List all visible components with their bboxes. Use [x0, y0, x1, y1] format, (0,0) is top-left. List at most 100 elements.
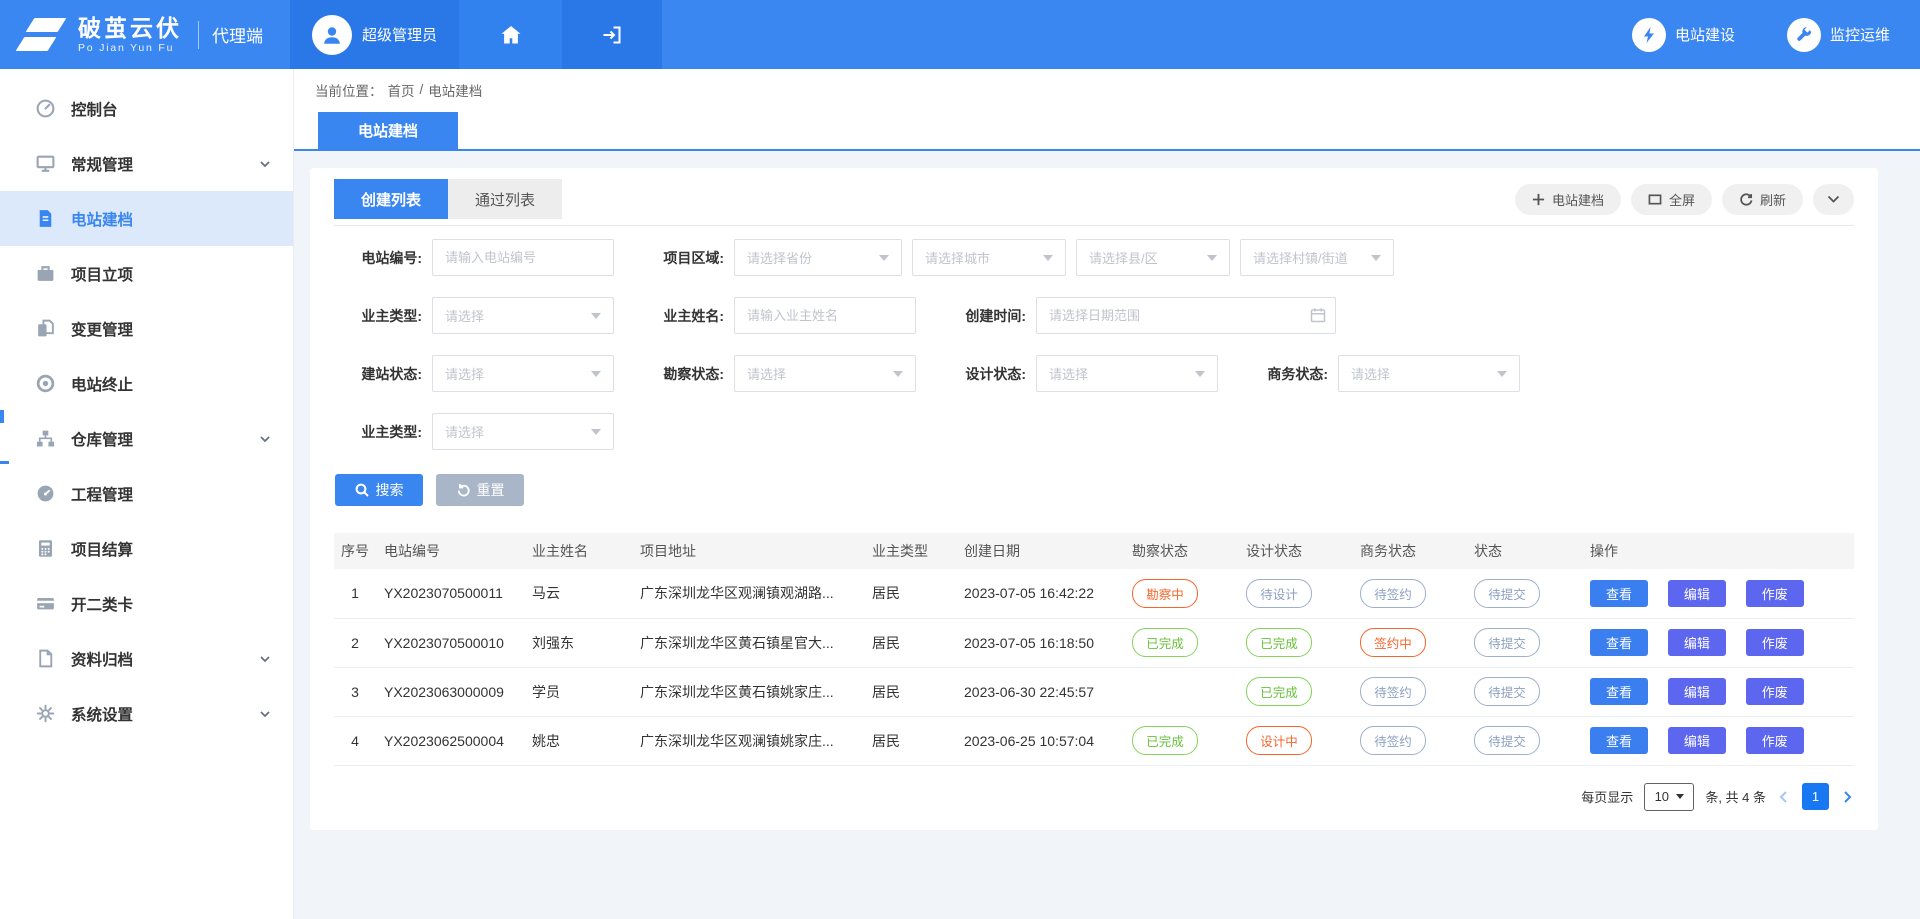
sidebar-item-data-archive[interactable]: 资料归档	[0, 631, 293, 686]
date-range-input[interactable]	[1036, 297, 1336, 334]
sidebar-item-card[interactable]: 开二类卡	[0, 576, 293, 631]
nav-monitor-ops[interactable]: 监控运维	[1787, 18, 1890, 52]
reset-button[interactable]: 重置	[436, 474, 524, 506]
breadcrumb-separator: /	[420, 82, 424, 97]
per-page-select[interactable]: 10	[1644, 783, 1694, 811]
tab-create-list[interactable]: 创建列表	[334, 179, 448, 219]
cell-code: YX2023062500004	[376, 716, 524, 765]
fullscreen-button[interactable]: 全屏	[1631, 184, 1712, 215]
home-icon	[498, 23, 524, 47]
province-select[interactable]: 请选择省份	[734, 239, 902, 276]
monitor-icon	[35, 153, 56, 174]
cell-type: 居民	[864, 716, 956, 765]
build-status-label: 建站状态:	[334, 364, 422, 384]
sidebar-item-station-termination[interactable]: 电站终止	[0, 356, 293, 411]
portal-label: 代理端	[212, 22, 263, 47]
gear-icon	[35, 703, 56, 724]
brand-subtitle: Po Jian Yun Fu	[78, 42, 182, 54]
chevron-down-icon	[259, 653, 271, 665]
refresh-button[interactable]: 刷新	[1722, 184, 1803, 215]
sidebar-item-warehouse[interactable]: 仓库管理	[0, 411, 293, 466]
view-button[interactable]: 查看	[1590, 629, 1648, 656]
survey-status-select[interactable]: 请选择	[734, 355, 916, 392]
build-status-select[interactable]: 请选择	[432, 355, 614, 392]
edit-button[interactable]: 编辑	[1668, 580, 1726, 607]
table-row: 1 YX2023070500011 马云 广东深圳龙华区观澜镇观湖路... 居民…	[334, 569, 1854, 618]
search-button[interactable]: 搜索	[335, 474, 423, 506]
owner-name-input[interactable]	[734, 297, 916, 334]
cell-address: 广东深圳龙华区黄石镇星官大...	[632, 618, 864, 667]
cell-address: 广东深圳龙华区观澜镇观湖路...	[632, 569, 864, 618]
sidebar-scroll-mark	[0, 461, 9, 464]
cell-owner: 刘强东	[524, 618, 632, 667]
design-status-select[interactable]: 请选择	[1036, 355, 1218, 392]
owner-type-label: 业主类型:	[334, 306, 422, 326]
person-icon	[320, 23, 344, 47]
chevron-down-icon	[259, 158, 271, 170]
main-area: 当前位置： 首页 / 电站建档 电站建档 创建列表 通过列表 电站建档 全屏	[294, 69, 1920, 919]
brand: 破茧云伏 Po Jian Yun Fu 代理端	[0, 0, 290, 69]
sidebar-item-settings[interactable]: 系统设置	[0, 686, 293, 741]
home-button[interactable]	[459, 0, 562, 69]
view-button[interactable]: 查看	[1590, 678, 1648, 705]
business-status-select[interactable]: 请选择	[1338, 355, 1520, 392]
status-badge: 待提交	[1474, 628, 1540, 657]
edit-button[interactable]: 编辑	[1668, 727, 1726, 754]
collapse-button[interactable]	[1813, 184, 1854, 215]
view-button[interactable]: 查看	[1590, 727, 1648, 754]
create-station-button[interactable]: 电站建档	[1515, 184, 1621, 215]
edit-button[interactable]: 编辑	[1668, 629, 1726, 656]
table-header-row: 序号 电站编号 业主姓名 项目地址 业主类型 创建日期 勘察状态 设计状态 商务…	[334, 533, 1854, 569]
sidebar-item-project-initiation[interactable]: 项目立项	[0, 246, 293, 301]
create-time-label: 创建时间:	[938, 306, 1026, 326]
void-button[interactable]: 作废	[1746, 629, 1804, 656]
breadcrumb-home[interactable]: 首页	[388, 80, 415, 100]
station-code-input[interactable]	[432, 239, 614, 276]
cell-type: 居民	[864, 618, 956, 667]
refresh-icon	[1739, 193, 1753, 207]
sidebar-item-settlement[interactable]: 项目结算	[0, 521, 293, 576]
town-select[interactable]: 请选择村镇/街道	[1240, 239, 1394, 276]
edit-button[interactable]: 编辑	[1668, 678, 1726, 705]
cell-created: 2023-07-05 16:18:50	[956, 618, 1124, 667]
owner-name-label: 业主姓名:	[636, 306, 724, 326]
sitemap-icon	[35, 428, 56, 449]
sidebar-item-station-archive[interactable]: 电站建档	[0, 191, 293, 246]
reset-icon	[456, 483, 470, 497]
sidebar-item-change-management[interactable]: 变更管理	[0, 301, 293, 356]
view-button[interactable]: 查看	[1590, 580, 1648, 607]
survey-status-label: 勘察状态:	[636, 364, 724, 384]
owner-type2-select[interactable]: 请选择	[432, 413, 614, 450]
void-button[interactable]: 作废	[1746, 678, 1804, 705]
owner-type-select[interactable]: 请选择	[432, 297, 614, 334]
region-label: 项目区域:	[636, 248, 724, 268]
sidebar-item-engineering[interactable]: 工程管理	[0, 466, 293, 521]
status-badge: 待提交	[1474, 677, 1540, 706]
business-status-label: 商务状态:	[1240, 364, 1328, 384]
tab-passed-list[interactable]: 通过列表	[448, 179, 562, 219]
county-select[interactable]: 请选择县/区	[1076, 239, 1230, 276]
logout-icon	[600, 23, 624, 47]
page-number-button[interactable]: 1	[1802, 783, 1829, 810]
copy-icon	[35, 318, 56, 339]
breadcrumb-prefix: 当前位置：	[315, 80, 383, 100]
city-select[interactable]: 请选择城市	[912, 239, 1066, 276]
top-nav: 电站建设 监控运维	[1632, 0, 1920, 69]
nav-station-build[interactable]: 电站建设	[1632, 18, 1735, 52]
caret-icon	[1195, 371, 1205, 377]
sidebar-item-dashboard[interactable]: 控制台	[0, 81, 293, 136]
prev-page-button[interactable]	[1777, 790, 1791, 804]
void-button[interactable]: 作废	[1746, 580, 1804, 607]
logout-button[interactable]	[562, 0, 662, 69]
void-button[interactable]: 作废	[1746, 727, 1804, 754]
sidebar-item-general[interactable]: 常规管理	[0, 136, 293, 191]
chevron-left-icon	[1777, 790, 1791, 804]
toolbar: 电站建档 全屏 刷新	[1515, 184, 1854, 215]
page-tab-station-archive[interactable]: 电站建档	[318, 112, 458, 149]
breadcrumb: 当前位置： 首页 / 电站建档	[294, 69, 1920, 110]
content: 创建列表 通过列表 电站建档 全屏 刷新	[294, 151, 1920, 854]
business-status-badge: 待签约	[1360, 579, 1426, 608]
user-menu[interactable]: 超级管理员	[290, 0, 459, 69]
station-code-label: 电站编号:	[334, 248, 422, 268]
next-page-button[interactable]	[1840, 790, 1854, 804]
